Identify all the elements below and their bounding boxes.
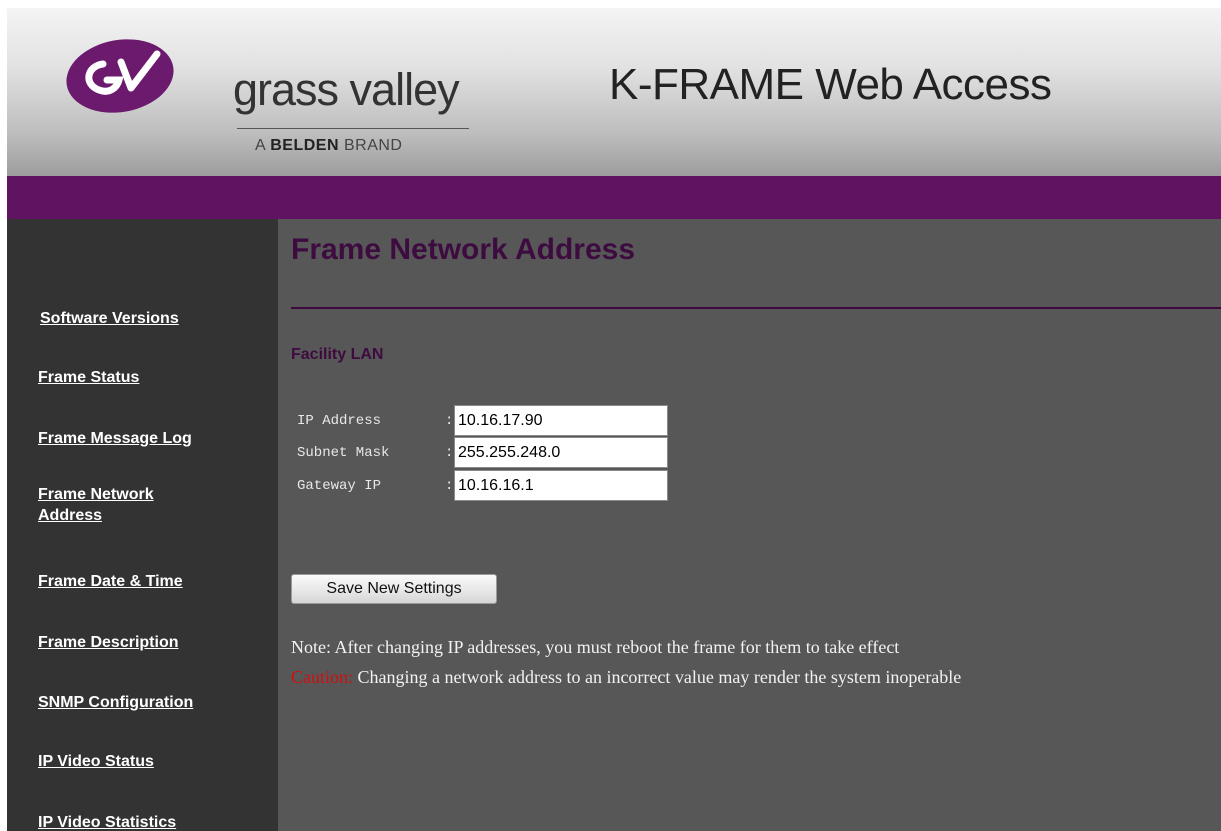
sidebar-item-ip-video-statistics[interactable]: IP Video Statistics: [38, 812, 238, 831]
gateway-ip-colon: :: [445, 478, 454, 494]
title-divider: [291, 307, 1221, 309]
subnet-mask-input[interactable]: [454, 437, 668, 468]
caution-note: Caution: Changing a network address to a…: [291, 667, 961, 688]
sidebar-item-software-versions[interactable]: Software Versions: [40, 308, 240, 329]
reboot-note: Note: After changing IP addresses, you m…: [291, 637, 900, 657]
brand-name: grass valley: [233, 64, 460, 115]
page-header: grass valley A BELDEN BRAND K-FRAME Web …: [7, 8, 1221, 176]
sidebar-nav: Software Versions Frame Status Frame Mes…: [7, 219, 278, 831]
subnet-mask-label: Subnet Mask: [297, 445, 390, 461]
caution-label: Caution:: [291, 667, 353, 687]
sidebar-item-snmp-configuration[interactable]: SNMP Configuration: [38, 692, 238, 713]
caution-text: Changing a network address to an incorre…: [353, 667, 962, 687]
gv-swoosh-icon: [66, 39, 174, 113]
ip-address-label: IP Address: [297, 413, 382, 429]
page-title: Frame Network Address: [291, 233, 636, 266]
app-title: K-FRAME Web Access: [609, 60, 1052, 109]
brand-divider: [237, 128, 469, 129]
brand-tagline: A BELDEN BRAND: [255, 137, 402, 155]
sidebar-item-frame-network-address[interactable]: Frame Network Address: [38, 484, 208, 526]
sidebar-item-frame-date-time[interactable]: Frame Date & Time: [38, 571, 238, 592]
gateway-ip-input[interactable]: [454, 470, 668, 501]
brand-tag-prefix: A: [255, 137, 271, 154]
sidebar-item-frame-status[interactable]: Frame Status: [38, 367, 238, 388]
main-content: Frame Network Address Facility LAN IP Ad…: [278, 219, 1221, 831]
brand-tag-bold: BELDEN: [270, 137, 340, 154]
gateway-ip-label: Gateway IP: [297, 478, 382, 494]
sidebar-item-frame-description[interactable]: Frame Description: [38, 632, 238, 653]
sidebar-item-ip-video-status[interactable]: IP Video Status: [38, 751, 238, 772]
save-new-settings-button[interactable]: Save New Settings: [291, 574, 497, 604]
sidebar-item-frame-message-log[interactable]: Frame Message Log: [38, 428, 238, 449]
browser-page: grass valley A BELDEN BRAND K-FRAME Web …: [7, 8, 1221, 831]
grass-valley-logo: grass valley A BELDEN BRAND: [65, 36, 485, 156]
ip-address-input[interactable]: [454, 405, 668, 436]
subnet-mask-colon: :: [445, 445, 454, 461]
section-title: Facility LAN: [291, 346, 384, 363]
brand-tag-suffix: BRAND: [339, 137, 403, 154]
accent-bar: [7, 176, 1221, 219]
ip-address-colon: :: [445, 413, 454, 429]
